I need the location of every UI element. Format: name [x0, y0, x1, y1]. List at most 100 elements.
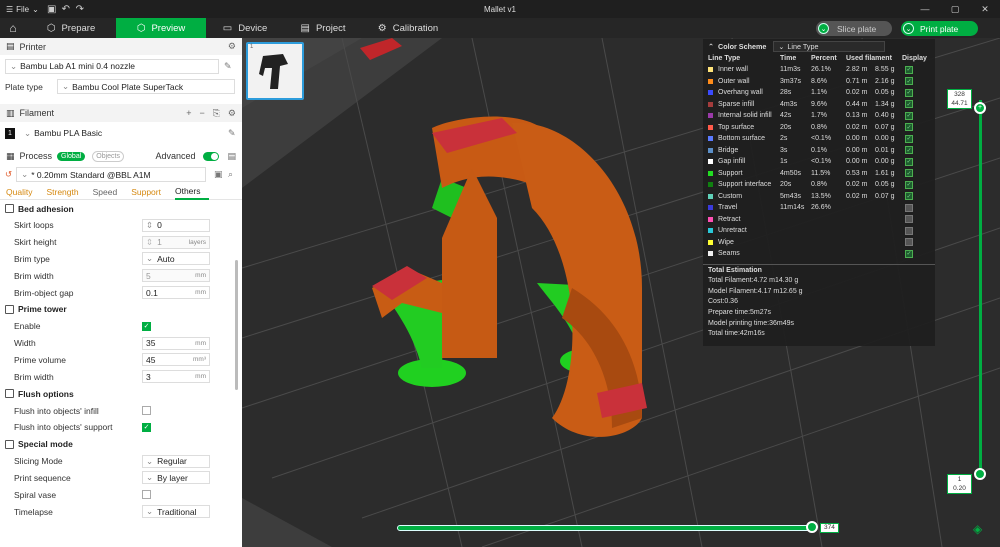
- brim-gap-input[interactable]: 0.1 mm: [142, 286, 210, 300]
- move-slider-knob[interactable]: [806, 521, 818, 533]
- line-length: 0.02 m: [846, 181, 868, 189]
- maximize-button[interactable]: ▢: [940, 0, 970, 18]
- bed-adhesion-icon: [5, 204, 14, 213]
- display-checkbox[interactable]: ✓: [905, 88, 913, 97]
- display-checkbox[interactable]: ✓: [905, 123, 913, 132]
- tab-prepare[interactable]: ⬡ Prepare: [26, 18, 116, 38]
- display-checkbox[interactable]: ✓: [905, 180, 913, 189]
- width-input[interactable]: 35 mm: [142, 336, 210, 350]
- cube-icon: ⬡: [46, 22, 56, 34]
- layers-icon[interactable]: ◈: [973, 522, 982, 536]
- print-plate-button[interactable]: ⌄ Print plate: [901, 21, 978, 36]
- redo-icon[interactable]: ↷: [73, 0, 87, 18]
- display-checkbox[interactable]: [905, 203, 913, 212]
- flush-infill-checkbox[interactable]: [142, 406, 151, 416]
- gear-icon[interactable]: ⚙: [228, 41, 236, 52]
- gear-icon[interactable]: ⚙: [228, 108, 236, 119]
- minimize-button[interactable]: —: [910, 0, 940, 18]
- enable-checkbox[interactable]: ✓: [142, 321, 151, 331]
- display-checkbox[interactable]: [905, 238, 913, 247]
- option-label: Flush into objects' support: [14, 422, 113, 433]
- line-type-name: Overhang wall: [718, 89, 763, 97]
- group-title: Special mode: [18, 439, 73, 450]
- slice-plate-button[interactable]: ⌄ Slice plate: [816, 21, 892, 36]
- display-checkbox[interactable]: ✓: [905, 77, 913, 86]
- tab-calibration[interactable]: ⚙ Calibration: [362, 18, 454, 38]
- file-menu[interactable]: ☰ File ⌄: [0, 0, 45, 18]
- scheme-select[interactable]: ⌄ Line Type: [773, 40, 886, 52]
- printer-select[interactable]: ⌄ Bambu Lab A1 mini 0.4 nozzle: [5, 58, 219, 74]
- tab-project[interactable]: ▤ Project: [284, 18, 362, 38]
- skirt-loops-input[interactable]: ⇕ 0: [142, 218, 210, 232]
- search-icon[interactable]: ⌕: [228, 169, 233, 180]
- line-weight: 1.34 g: [875, 100, 895, 108]
- remove-icon[interactable]: −: [199, 108, 204, 119]
- global-toggle[interactable]: Global: [57, 151, 86, 161]
- home-icon[interactable]: ⌂: [0, 18, 26, 38]
- line-time: 4m50s: [780, 169, 802, 177]
- tab-device[interactable]: ▭ Device: [206, 18, 284, 38]
- move-slider-track[interactable]: [397, 525, 815, 531]
- color-swatch: [708, 159, 713, 165]
- edit-icon[interactable]: ✎: [224, 61, 232, 72]
- save-icon[interactable]: ▣: [214, 169, 223, 180]
- undo-icon[interactable]: ↶: [59, 0, 73, 18]
- close-button[interactable]: ✕: [970, 0, 1000, 18]
- sidebar-scrollbar[interactable]: [235, 260, 238, 390]
- edit-icon[interactable]: ✎: [228, 128, 236, 139]
- display-checkbox[interactable]: ✓: [905, 169, 913, 178]
- advanced-toggle[interactable]: [203, 151, 220, 161]
- color-swatch: [708, 101, 713, 107]
- display-checkbox[interactable]: ✓: [905, 111, 913, 120]
- filament-name: Bambu PLA Basic: [34, 128, 103, 138]
- timelapse-select[interactable]: ⌄ Traditional: [142, 505, 210, 519]
- plate-type-select[interactable]: ⌄ Bambu Cool Plate SuperTack: [57, 79, 235, 94]
- display-checkbox[interactable]: [905, 215, 913, 224]
- flush-support-checkbox[interactable]: ✓: [142, 422, 151, 432]
- layer-slider-bottom-knob[interactable]: [974, 468, 986, 480]
- collapse-icon[interactable]: ⌃: [708, 42, 714, 51]
- process-preset-select[interactable]: ⌄ * 0.20mm Standard @BBL A1M: [16, 167, 207, 182]
- filament-select[interactable]: ⌄ Bambu PLA Basic: [20, 125, 230, 141]
- display-checkbox[interactable]: ✓: [905, 100, 913, 109]
- compare-icon[interactable]: ▤: [227, 151, 236, 162]
- prime-brim-width-input[interactable]: 3 mm: [142, 370, 210, 384]
- brim-type-select[interactable]: ⌄ Auto: [142, 252, 210, 266]
- sync-icon[interactable]: ⎘: [213, 108, 220, 119]
- estimate-value: 4.17 m: [757, 287, 780, 295]
- add-icon[interactable]: +: [186, 108, 191, 119]
- print-sequence-select[interactable]: ⌄ By layer: [142, 471, 210, 485]
- spiral-vase-checkbox[interactable]: [142, 490, 151, 500]
- prime-volume-input[interactable]: 45 mm³: [142, 353, 210, 367]
- brim-width-input[interactable]: 5 mm: [142, 269, 210, 283]
- display-checkbox[interactable]: ✓: [905, 146, 913, 155]
- objects-toggle[interactable]: Objects: [92, 150, 124, 162]
- layer-slider-track[interactable]: [979, 100, 982, 476]
- reset-icon[interactable]: ↺: [5, 169, 12, 180]
- tab-preview[interactable]: ⬡ Preview: [116, 18, 206, 38]
- line-length: 0.02 m: [846, 192, 868, 200]
- chevron-down-icon[interactable]: ⌄: [818, 23, 829, 34]
- tab-strength[interactable]: Strength: [46, 187, 86, 197]
- display-checkbox[interactable]: ✓: [905, 157, 913, 166]
- option-value: By layer: [157, 472, 188, 483]
- tab-others[interactable]: Others: [174, 184, 209, 200]
- option-value: 1: [157, 237, 162, 248]
- display-checkbox[interactable]: ✓: [905, 249, 913, 258]
- plate-thumbnail[interactable]: 1: [246, 42, 304, 100]
- skirt-height-input[interactable]: ⇕ 1 layers: [142, 235, 210, 249]
- tab-speed[interactable]: Speed: [93, 187, 126, 197]
- tab-quality[interactable]: Quality: [6, 187, 40, 197]
- tab-support[interactable]: Support: [131, 187, 169, 197]
- slicing-mode-select[interactable]: ⌄ Regular: [142, 454, 210, 468]
- preview-viewport[interactable]: 1 ⌃ Color Scheme ⌄ Line Type Line Type Ti…: [242, 38, 1000, 547]
- display-checkbox[interactable]: ✓: [905, 192, 913, 201]
- line-length: 0.53 m: [846, 169, 868, 177]
- save-icon[interactable]: ▣: [45, 0, 59, 18]
- display-checkbox[interactable]: ✓: [905, 134, 913, 143]
- chevron-down-icon[interactable]: ⌄: [903, 23, 914, 34]
- display-checkbox[interactable]: ✓: [905, 65, 913, 74]
- layer-slider-top-knob[interactable]: +: [974, 102, 986, 114]
- option-value: 5: [146, 270, 151, 281]
- display-checkbox[interactable]: [905, 226, 913, 235]
